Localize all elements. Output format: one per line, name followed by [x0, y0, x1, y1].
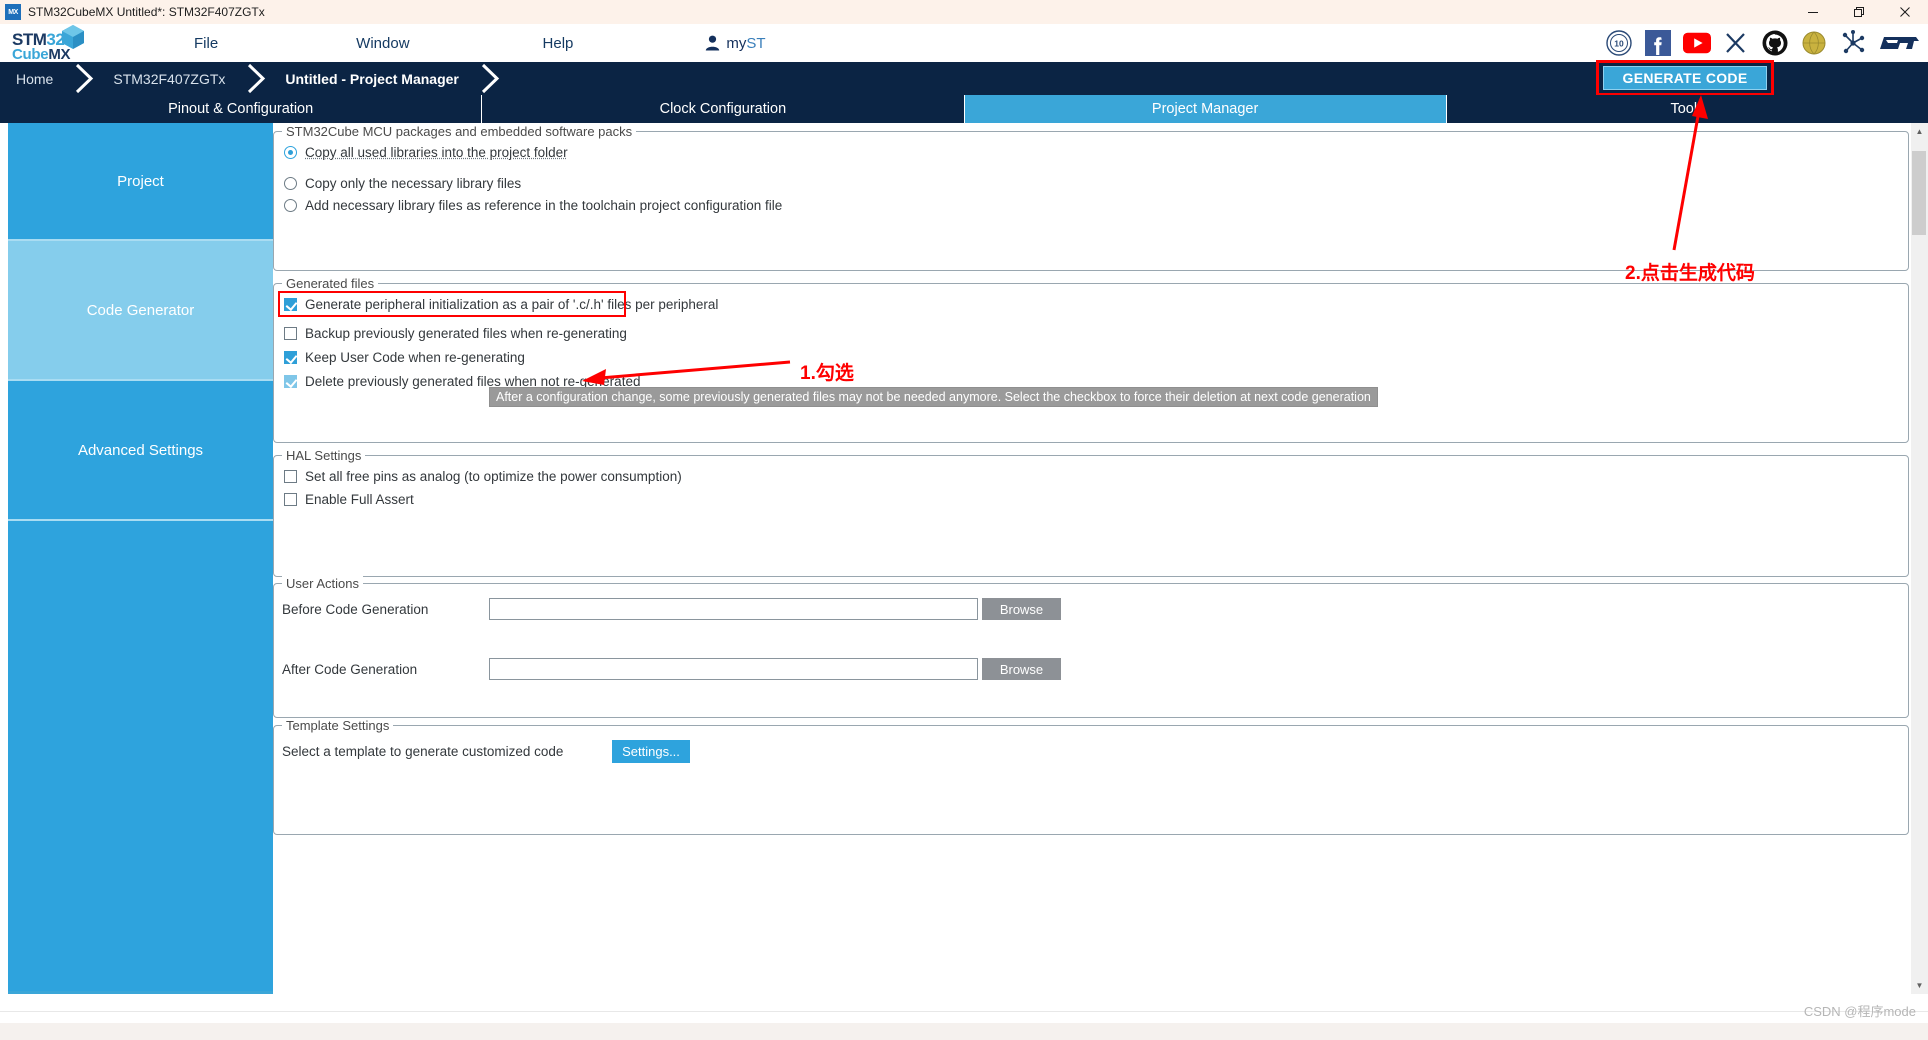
stm32cubemx-window: MX STM32CubeMX Untitled*: STM32F407ZGTx: [0, 0, 1928, 1040]
annotation-arrows: [582, 95, 1708, 385]
annotation-click-generate-code: 2.点击生成代码: [1625, 263, 1755, 284]
watermark: CSDN @程序mode: [1803, 1004, 1916, 1019]
annotation-check-the-box: 1.勾选: [800, 363, 854, 384]
